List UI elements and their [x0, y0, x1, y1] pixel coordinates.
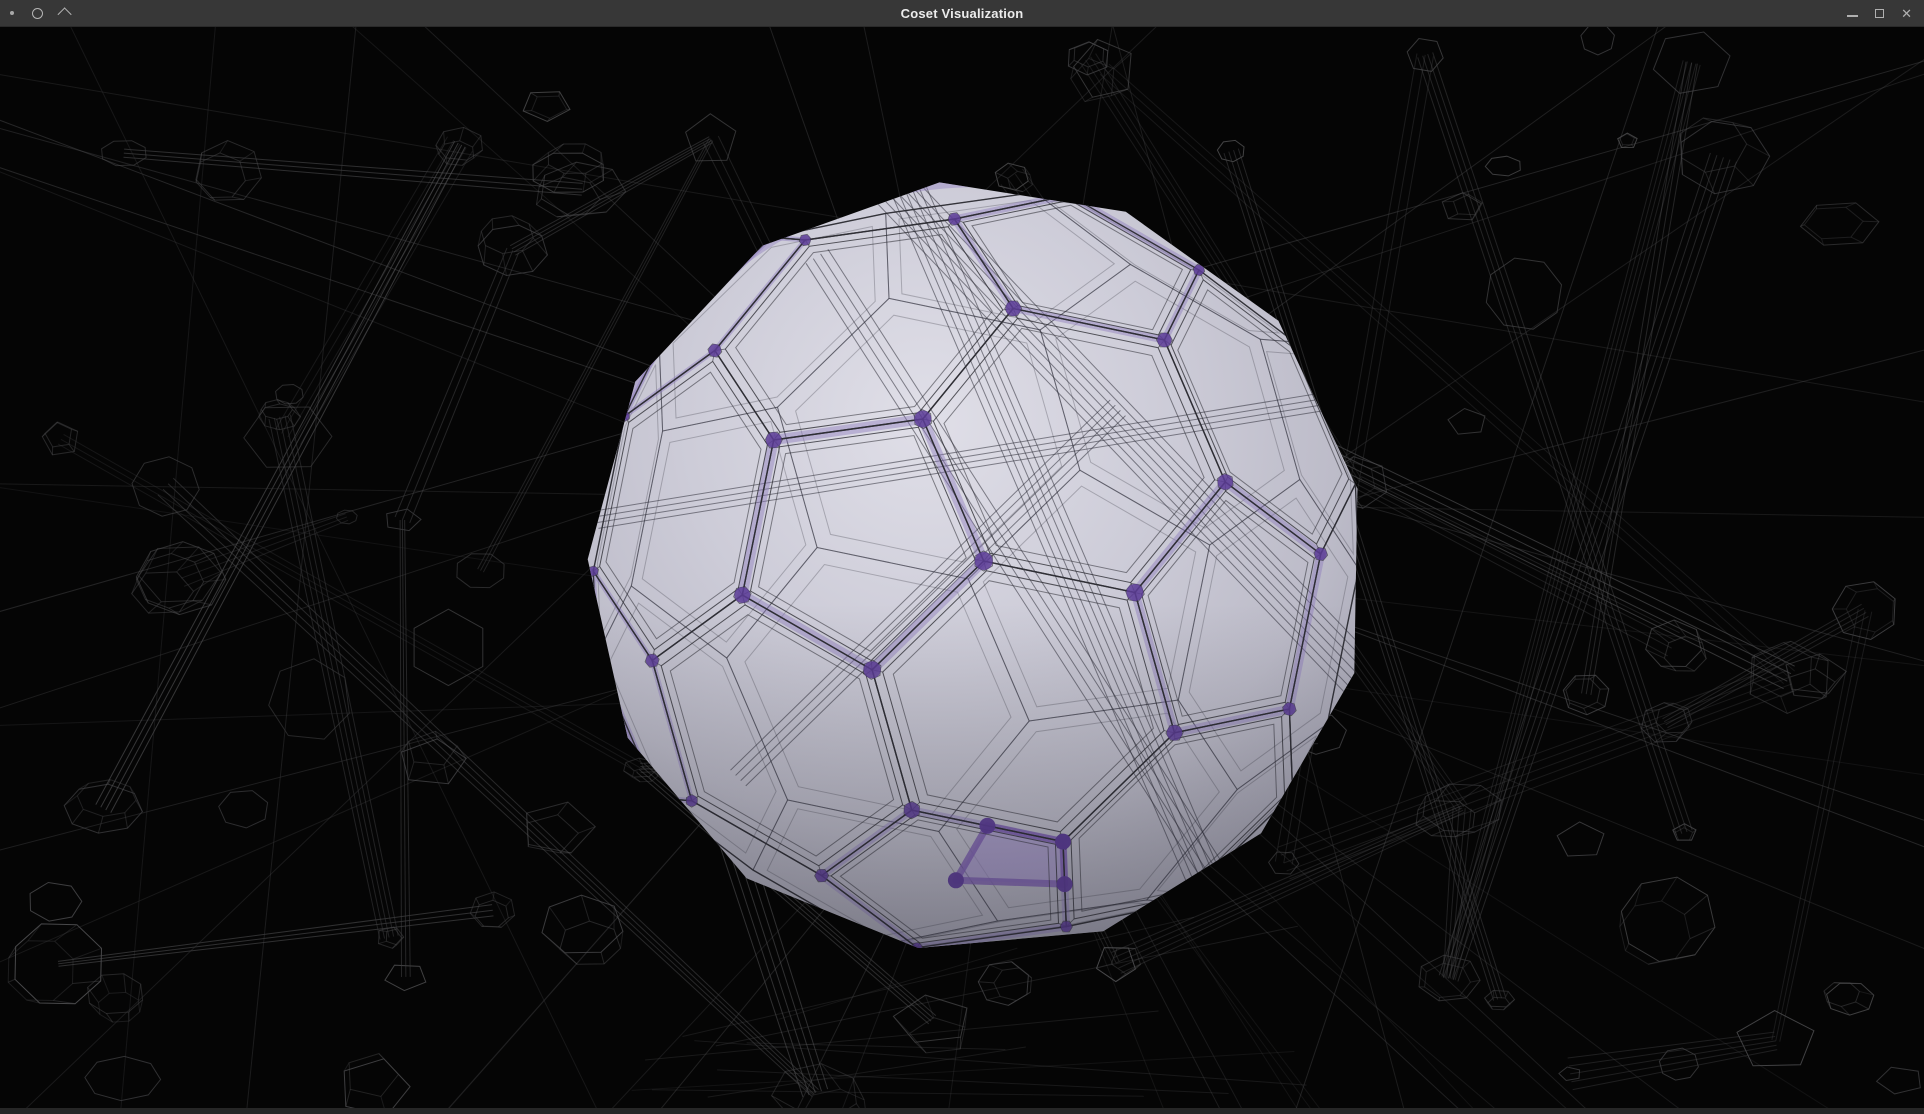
titlebar-left-icons: [10, 0, 71, 26]
maximize-icon[interactable]: [1875, 9, 1884, 18]
window-titlebar: Coset Visualization ✕: [0, 0, 1924, 27]
coset-ball[interactable]: [588, 119, 1401, 953]
minimize-icon[interactable]: [1847, 15, 1858, 17]
app-window: Coset Visualization ✕: [0, 0, 1924, 1114]
window-title: Coset Visualization: [901, 6, 1024, 21]
circle-icon[interactable]: [32, 8, 43, 19]
ball-bottom-shade: [588, 182, 1358, 948]
window-bottom-border: [0, 1108, 1924, 1114]
foreground-wireframe: [632, 917, 1307, 1097]
chevron-up-icon[interactable]: [58, 7, 72, 21]
close-icon[interactable]: ✕: [1901, 7, 1912, 20]
scene-canvas[interactable]: [0, 27, 1924, 1108]
window-controls: ✕: [1847, 0, 1912, 26]
viewport-3d[interactable]: [0, 27, 1924, 1108]
dot-icon[interactable]: [10, 11, 14, 15]
